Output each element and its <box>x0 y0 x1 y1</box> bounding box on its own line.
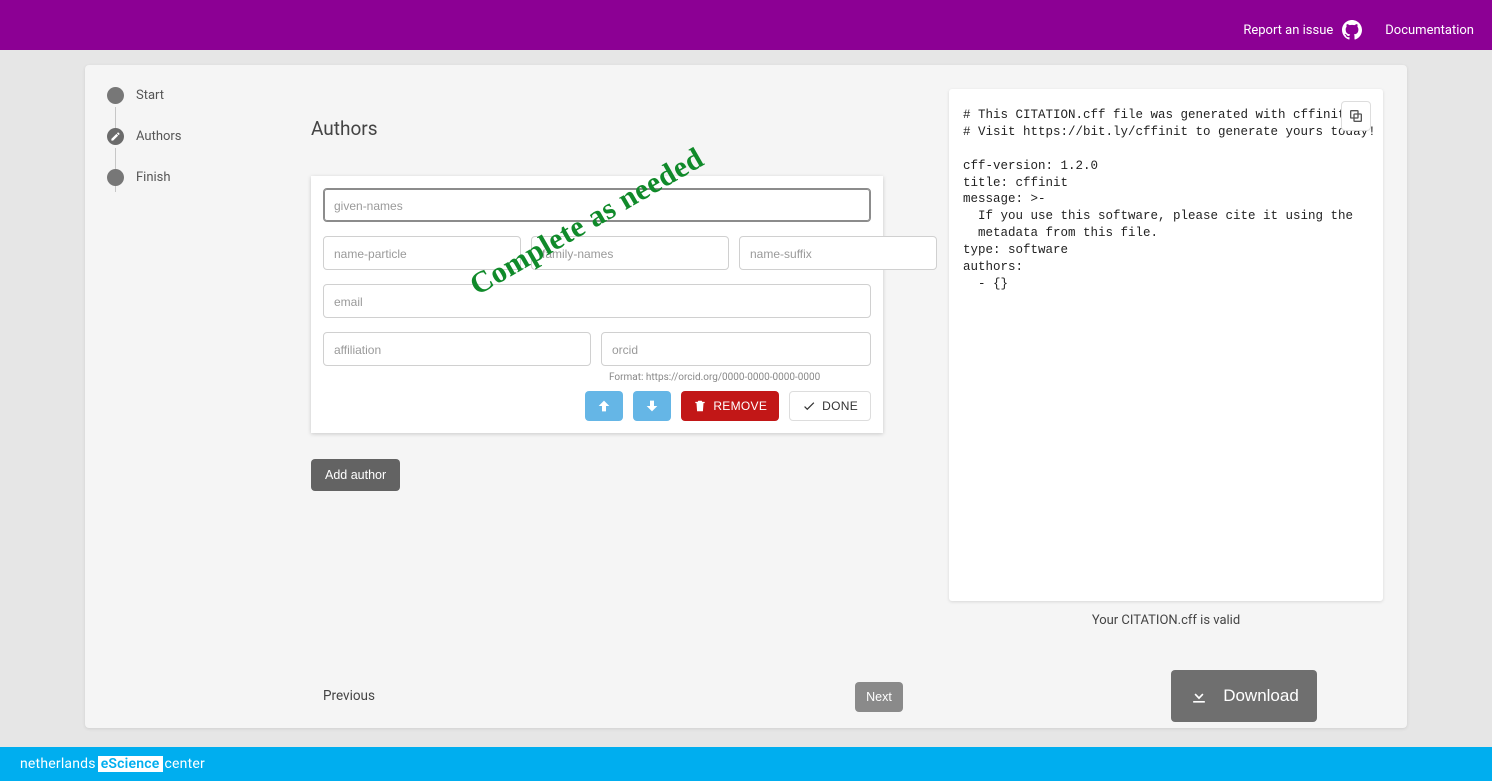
top-accent-bar <box>0 0 1492 10</box>
step-dot-icon <box>107 128 124 145</box>
arrow-down-icon <box>644 398 660 414</box>
cff-preview-text: # This CITATION.cff file was generated w… <box>963 108 1376 291</box>
card-button-row: REMOVE DONE <box>323 391 871 421</box>
report-issue-link[interactable]: Report an issue <box>1243 19 1363 41</box>
report-issue-label: Report an issue <box>1243 23 1333 38</box>
step-finish-label: Finish <box>136 170 171 185</box>
orcid-input[interactable] <box>601 332 871 366</box>
add-author-button[interactable]: Add author <box>311 459 400 491</box>
move-down-button[interactable] <box>633 391 671 421</box>
orcid-format-hint: Format: https://orcid.org/0000-0000-0000… <box>609 372 871 383</box>
header-bar: Report an issue Documentation <box>0 10 1492 50</box>
remove-label: REMOVE <box>713 399 767 413</box>
name-particle-input[interactable] <box>323 236 521 270</box>
previous-link[interactable]: Previous <box>323 688 375 704</box>
remove-button[interactable]: REMOVE <box>681 391 779 421</box>
next-button[interactable]: Next <box>855 682 903 712</box>
stepper: Start Authors Finish <box>107 87 267 210</box>
download-label: Download <box>1223 686 1299 706</box>
given-names-input[interactable] <box>323 188 871 222</box>
documentation-label: Documentation <box>1385 23 1474 38</box>
step-dot-icon <box>107 169 124 186</box>
footer-escience-box: eScience <box>98 756 163 772</box>
done-label: DONE <box>822 399 858 413</box>
step-dot-icon <box>107 87 124 104</box>
arrow-up-icon <box>596 398 612 414</box>
move-up-button[interactable] <box>585 391 623 421</box>
trash-icon <box>693 399 707 413</box>
form-column: Authors Format: https://orcid.org/0000-0… <box>311 117 931 491</box>
family-names-input[interactable] <box>531 236 729 270</box>
download-button[interactable]: Download <box>1171 670 1317 722</box>
pencil-icon <box>110 131 121 142</box>
validation-message: Your CITATION.cff is valid <box>949 613 1383 628</box>
download-icon <box>1189 686 1209 706</box>
footer-text-pre: netherlands <box>20 756 96 772</box>
name-suffix-input[interactable] <box>739 236 937 270</box>
done-button[interactable]: DONE <box>789 391 871 421</box>
step-authors-label: Authors <box>136 129 182 144</box>
step-start[interactable]: Start <box>107 87 267 104</box>
page-title: Authors <box>311 117 931 140</box>
documentation-link[interactable]: Documentation <box>1385 23 1474 38</box>
copy-button[interactable] <box>1341 101 1371 131</box>
step-finish[interactable]: Finish <box>107 169 267 186</box>
github-icon <box>1341 19 1363 41</box>
footer-bar: netherlands eScience center <box>0 747 1492 781</box>
cff-preview-panel: # This CITATION.cff file was generated w… <box>949 89 1383 601</box>
step-start-label: Start <box>136 88 164 103</box>
main-card: Start Authors Finish Authors <box>85 65 1407 728</box>
email-input[interactable] <box>323 284 871 318</box>
footer-text-post: center <box>165 756 205 772</box>
check-icon <box>802 399 816 413</box>
author-card: Format: https://orcid.org/0000-0000-0000… <box>311 176 883 433</box>
affiliation-input[interactable] <box>323 332 591 366</box>
copy-icon <box>1348 108 1364 124</box>
step-authors[interactable]: Authors <box>107 128 267 145</box>
